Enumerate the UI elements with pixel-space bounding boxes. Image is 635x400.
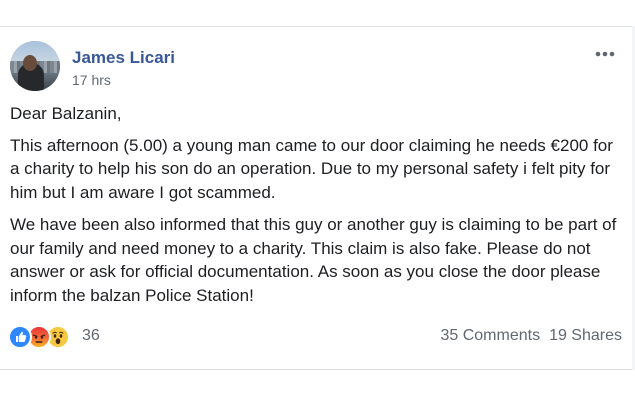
post-paragraph: This afternoon (5.00) a young man came t… [10, 135, 613, 202]
post-greeting: Dear Balzanin, [10, 104, 122, 123]
post-footer: 36 35 Comments 19 Shares [8, 325, 622, 355]
author-name[interactable]: James Licari [72, 48, 175, 68]
post-timestamp[interactable]: 17 hrs [72, 72, 111, 88]
post-stats: 35 Comments 19 Shares [440, 327, 622, 345]
comments-count-link[interactable]: 35 Comments [440, 327, 540, 344]
post-paragraph: We have been also informed that this guy… [10, 215, 617, 305]
shares-count-link[interactable]: 19 Shares [549, 327, 622, 344]
post-body: Dear Balzanin, This afternoon (5.00) a y… [10, 102, 622, 316]
post-header: James Licari 17 hrs [10, 41, 625, 93]
reaction-count[interactable]: 36 [82, 327, 100, 345]
ellipsis-icon[interactable] [593, 47, 617, 61]
like-icon [8, 325, 32, 349]
post-card: James Licari 17 hrs Dear Balzanin, This … [0, 26, 635, 370]
avatar[interactable] [10, 41, 60, 91]
